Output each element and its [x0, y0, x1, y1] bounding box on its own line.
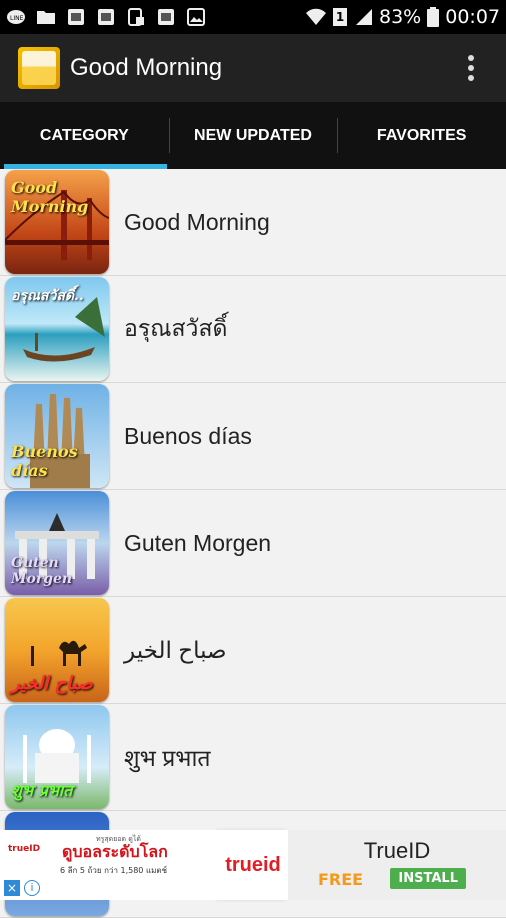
category-thumbnail: صباح الخير	[5, 598, 109, 702]
app-logo	[18, 47, 60, 89]
screenshot-icon	[128, 8, 144, 26]
thumbnail-caption: صباح الخير	[11, 673, 93, 694]
wifi-icon	[306, 8, 326, 25]
ad-headline: ดูบอลระดับโลก	[62, 842, 168, 861]
thumbnail-caption: Good Morning	[11, 178, 89, 216]
thumbnail-caption: อรุณสวัสดิ์..	[11, 288, 84, 304]
ad-brand-logo[interactable]: trueid	[218, 830, 288, 900]
category-label: Guten Morgen	[124, 529, 272, 556]
ad-creative[interactable]: trueID ทรูสุดยอด ดูได้ ดูบอลระดับโลก 6 ล…	[0, 830, 218, 900]
app-title: Good Morning	[70, 54, 223, 81]
ad-brand-text: trueid	[225, 853, 281, 876]
battery-percent: 83%	[379, 6, 422, 28]
category-list: Good Morning Good Morning อรุณสวัสดิ์.. …	[0, 169, 506, 918]
ad-info-icon[interactable]: i	[24, 880, 40, 896]
category-label: Good Morning	[124, 208, 270, 235]
category-label: อรุณสวัสดิ์	[124, 315, 228, 341]
line-app-icon: LINE	[7, 10, 25, 24]
list-item[interactable]: शुभ प्रभात शुभ प्रभात	[0, 704, 506, 811]
tab-new-updated[interactable]: NEW UPDATED	[168, 102, 338, 169]
signal-icon	[356, 9, 372, 25]
clock: 00:07	[445, 6, 500, 28]
thumbnail-caption: Guten Morgen	[11, 555, 73, 587]
list-item[interactable]: صباح الخير صباح الخير	[0, 597, 506, 704]
category-label: Buenos días	[124, 422, 252, 449]
category-thumbnail: Buenos días	[5, 384, 109, 488]
overflow-menu-icon[interactable]	[468, 55, 474, 81]
list-item[interactable]: Buenos días Buenos días	[0, 383, 506, 490]
app-icon	[68, 9, 84, 25]
thumbnail-caption: Buenos días	[11, 442, 78, 480]
list-item[interactable]: Guten Morgen Guten Morgen	[0, 490, 506, 597]
list-item[interactable]: Good Morning Good Morning	[0, 169, 506, 276]
category-thumbnail: อรุณสวัสดิ์..	[5, 277, 109, 381]
sim-icon: 1	[333, 8, 347, 26]
category-thumbnail: Good Morning	[5, 170, 109, 274]
tab-favorites[interactable]: FAVORITES	[337, 102, 506, 169]
thumbnail-caption: शुभ प्रभात	[11, 781, 73, 800]
ad-banner[interactable]: trueID ทรูสุดยอด ดูได้ ดูบอลระดับโลก 6 ล…	[0, 830, 506, 900]
ad-price: FREE	[318, 870, 364, 889]
app-icon	[158, 9, 174, 25]
folder-icon	[37, 11, 55, 24]
image-icon	[187, 8, 205, 26]
status-bar: LINE 1 83% 00:07	[0, 0, 506, 34]
ad-small-text: 6 ลีก 5 ถ้วย กว่า 1,580 แมตช์	[60, 866, 167, 875]
ad-tag: trueID	[8, 844, 41, 854]
category-thumbnail: शुभ प्रभात	[5, 705, 109, 809]
install-button[interactable]: INSTALL	[390, 868, 466, 889]
ad-app-info[interactable]: TrueID FREE INSTALL	[288, 830, 506, 900]
category-label: صباح الخير	[124, 636, 227, 663]
category-thumbnail: Guten Morgen	[5, 491, 109, 595]
svg-text:LINE: LINE	[10, 15, 24, 22]
ad-close-icon[interactable]: ×	[4, 880, 20, 896]
category-label: शुभ प्रभात	[124, 745, 211, 771]
tab-category[interactable]: CATEGORY	[0, 102, 169, 169]
list-item[interactable]: อรุณสวัสดิ์.. อรุณสวัสดิ์	[0, 276, 506, 383]
ad-app-name: TrueID	[363, 838, 431, 863]
app-icon	[98, 9, 114, 25]
battery-icon	[427, 7, 440, 27]
tab-bar: CATEGORY NEW UPDATED FAVORITES	[0, 102, 506, 169]
app-bar: Good Morning	[0, 34, 506, 102]
